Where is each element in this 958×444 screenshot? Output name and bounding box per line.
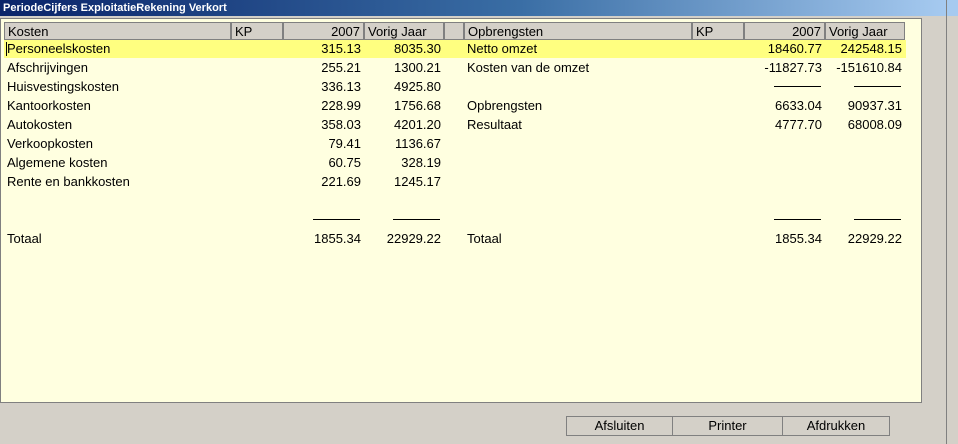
total-row-right[interactable]: Totaal 1855.34 22929.22 — [461, 229, 906, 248]
window-title: PeriodeCijfers ExploitatieRekening Verko… — [0, 0, 946, 16]
report-grid[interactable]: Kosten KP 2007 Vorig Jaar Opbrengsten KP… — [0, 18, 922, 403]
row-label: Resultaat — [467, 117, 522, 132]
table-row[interactable]: Autokosten 358.03 4201.20 — [1, 115, 461, 134]
window-edge — [946, 0, 958, 444]
row-year: -11827.73 — [764, 60, 822, 75]
row-label: Autokosten — [7, 117, 73, 132]
row-prev: -151610.84 — [836, 60, 902, 75]
total-underline — [774, 219, 821, 220]
header-year-left[interactable]: 2007 — [283, 22, 364, 40]
printer-button[interactable]: Printer — [673, 417, 783, 435]
header-prev-right[interactable]: Vorig Jaar — [825, 22, 905, 40]
row-year: 6633.04 — [775, 98, 822, 113]
subtotal-underline — [854, 86, 901, 87]
table-row[interactable]: Huisvestingskosten 336.13 4925.80 — [1, 77, 461, 96]
row-label: Personeelskosten — [7, 41, 111, 56]
row-prev: 90937.31 — [847, 98, 902, 113]
close-button[interactable]: Afsluiten — [567, 417, 673, 435]
row-label: Verkoopkosten — [7, 136, 94, 151]
row-year: 4777.70 — [775, 117, 822, 132]
table-row[interactable]: Kantoorkosten 228.99 1756.68 — [1, 96, 461, 115]
header-prev-left[interactable]: Vorig Jaar — [364, 22, 444, 40]
row-label: Rente en bankkosten — [7, 174, 130, 189]
row-year: 336.13 — [321, 79, 361, 94]
total-prev: 22929.22 — [386, 231, 441, 246]
table-row[interactable]: Verkoopkosten 79.41 1136.67 — [1, 134, 461, 153]
total-label: Totaal — [467, 231, 502, 246]
row-prev: 4201.20 — [394, 117, 441, 132]
total-row-left[interactable]: Totaal 1855.34 22929.22 — [1, 229, 461, 248]
total-prev: 22929.22 — [847, 231, 902, 246]
row-label: Opbrengsten — [467, 98, 543, 113]
row-year: 221.69 — [321, 174, 361, 189]
header-year-right[interactable]: 2007 — [744, 22, 825, 40]
row-year: 228.99 — [321, 98, 361, 113]
row-year: 79.41 — [328, 136, 361, 151]
total-underline — [393, 219, 440, 220]
row-label: Algemene kosten — [7, 155, 108, 170]
row-prev: 1136.67 — [394, 136, 441, 151]
row-prev: 1300.21 — [394, 60, 441, 75]
row-year: 315.13 — [321, 41, 361, 56]
table-row[interactable]: Afschrijvingen 255.21 1300.21 — [1, 58, 461, 77]
header-kp-left[interactable]: KP — [231, 22, 283, 40]
row-prev: 4925.80 — [394, 79, 441, 94]
table-row[interactable]: Kosten van de omzet -11827.73 -151610.84 — [461, 58, 906, 77]
row-year: 255.21 — [321, 60, 361, 75]
table-row[interactable]: Personeelskosten 315.13 8035.30 — [1, 39, 461, 58]
print-button[interactable]: Afdrukken — [783, 417, 889, 435]
total-year: 1855.34 — [314, 231, 361, 246]
table-row[interactable]: Netto omzet 18460.77 242548.15 — [461, 39, 906, 58]
header-kosten[interactable]: Kosten — [4, 22, 231, 40]
row-prev: 242548.15 — [840, 41, 902, 56]
button-bar: Afsluiten Printer Afdrukken — [566, 416, 890, 436]
row-label: Huisvestingskosten — [7, 79, 119, 94]
row-prev: 1756.68 — [394, 98, 441, 113]
row-year: 18460.77 — [767, 41, 822, 56]
row-year: 358.03 — [321, 117, 361, 132]
subtotal-underline — [774, 86, 821, 87]
row-prev: 8035.30 — [394, 41, 441, 56]
row-year: 60.75 — [328, 155, 361, 170]
row-prev: 1245.17 — [394, 174, 441, 189]
row-label: Kantoorkosten — [7, 98, 91, 113]
total-underline — [313, 219, 360, 220]
total-underline — [854, 219, 901, 220]
header-spacer — [444, 22, 464, 40]
table-row[interactable]: Resultaat 4777.70 68008.09 — [461, 115, 906, 134]
table-row[interactable]: Opbrengsten 6633.04 90937.31 — [461, 96, 906, 115]
background-window-fragment — [562, 434, 712, 444]
total-label: Totaal — [7, 231, 42, 246]
header-opbrengsten[interactable]: Opbrengsten — [464, 22, 692, 40]
row-label: Afschrijvingen — [7, 60, 88, 75]
table-row[interactable]: Rente en bankkosten 221.69 1245.17 — [1, 172, 461, 191]
table-row[interactable]: Algemene kosten 60.75 328.19 — [1, 153, 461, 172]
row-prev: 328.19 — [401, 155, 441, 170]
total-year: 1855.34 — [775, 231, 822, 246]
row-prev: 68008.09 — [847, 117, 902, 132]
header-kp-right[interactable]: KP — [692, 22, 744, 40]
row-label: Kosten van de omzet — [467, 60, 590, 75]
row-label: Netto omzet — [467, 41, 538, 56]
